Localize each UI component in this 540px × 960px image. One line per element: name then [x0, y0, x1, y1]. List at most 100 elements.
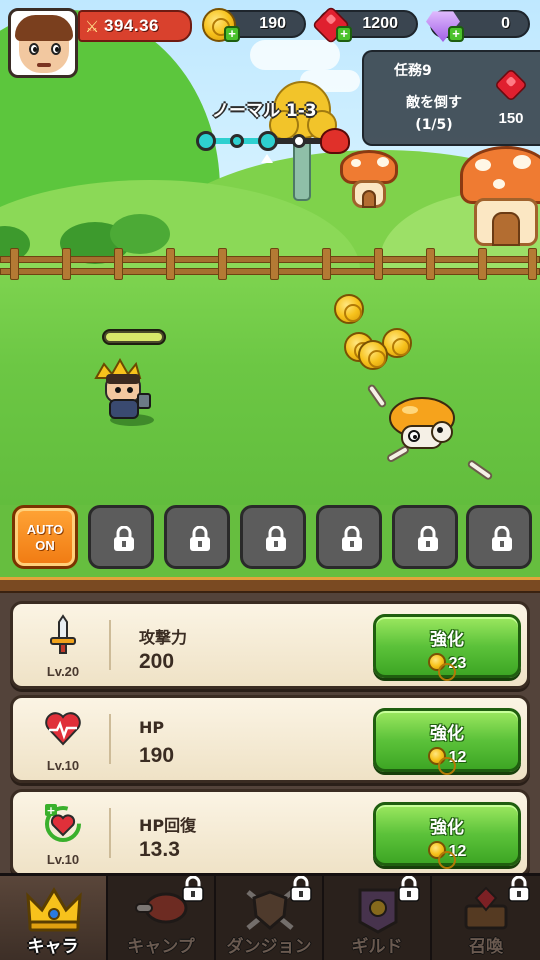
player-avatar[interactable] — [8, 8, 78, 78]
lock-icon — [418, 526, 438, 551]
gold-coin-drop[interactable] — [358, 340, 388, 370]
lock-icon — [290, 876, 312, 902]
upgrade-panel: Lv.20 攻撃力 200 強化 23 Lv.10 HP 190 強化 12 +… — [0, 593, 540, 877]
svg-text:+: + — [46, 804, 55, 817]
quest-goal-text: 敵を倒す — [406, 95, 462, 111]
current-stage-marker — [261, 154, 273, 163]
gold-counter[interactable]: 190 + — [202, 8, 306, 42]
upgrade-row-hp-regen: + Lv.10 HP回復 13.3 強化 12 — [10, 789, 530, 877]
avatar-eye — [29, 43, 39, 55]
upgrade-name: HP — [139, 718, 165, 737]
heart-regen-icon: + — [45, 804, 81, 842]
gold-coin-icon — [427, 841, 456, 869]
lock-icon — [114, 526, 134, 551]
gold-coin-icon — [427, 747, 456, 775]
lock-icon — [508, 876, 530, 902]
add-gold-button[interactable]: + — [224, 26, 240, 42]
quest-reward-amount: 150 — [498, 110, 524, 127]
quest-panel[interactable]: 任務9 敵を倒す (1/5) 150 — [362, 50, 540, 146]
skill-slot-locked[interactable] — [466, 505, 532, 569]
skill-slot-locked[interactable] — [88, 505, 154, 569]
combat-power-value: 394.36 — [104, 16, 159, 35]
auto-toggle-label: AUTO ON — [15, 522, 75, 554]
skill-slot-locked[interactable] — [392, 505, 458, 569]
upgrade-value: 190 — [139, 744, 175, 767]
lock-icon — [266, 526, 286, 551]
upgrade-hp-regen-button[interactable]: 強化 12 — [373, 802, 521, 869]
quest-progress-text: (1/5) — [415, 117, 453, 133]
upgrade-button-label: 強化 — [430, 630, 464, 650]
upgrade-level: Lv.10 — [46, 852, 80, 867]
gold-coin-drop[interactable] — [334, 294, 364, 324]
gem-chest-icon — [464, 886, 508, 930]
tab-label: キャンプ — [127, 937, 195, 957]
avatar-hair — [15, 15, 73, 41]
lock-icon — [182, 876, 204, 902]
crown-icon — [26, 887, 82, 932]
enemy-mushroom-skeleton[interactable] — [388, 396, 458, 456]
upgrade-button-label: 強化 — [430, 818, 464, 838]
upgrade-attack-button[interactable]: 強化 23 — [373, 614, 521, 681]
quest-reward-ruby-icon — [494, 68, 528, 102]
auto-state-label: ON — [35, 538, 55, 553]
diamond-counter[interactable]: 0 + — [426, 10, 530, 42]
ruby-counter[interactable]: 1200 + — [311, 5, 418, 45]
row-separator — [109, 714, 111, 764]
tab-label: ギルド — [351, 937, 403, 957]
skill-slot-locked[interactable] — [240, 505, 306, 569]
upgrade-value: 200 — [139, 650, 175, 673]
lock-icon — [190, 526, 210, 551]
upgrade-name: HP回復 — [139, 816, 197, 835]
add-ruby-button[interactable]: + — [336, 26, 352, 42]
tab-camp[interactable]: キャンプ — [108, 876, 216, 960]
hero-hp-bar — [102, 329, 166, 345]
upgrade-name: 攻撃力 — [139, 628, 188, 647]
boss-icon — [320, 128, 350, 154]
skill-slot-bar: AUTO ON — [0, 505, 540, 577]
upgrade-level: Lv.10 — [46, 758, 80, 773]
quest-title: 任務9 — [394, 63, 432, 79]
crossed-swords-icon: ⚔ — [84, 16, 100, 36]
auto-toggle-button[interactable]: AUTO ON — [12, 505, 78, 569]
tab-label: 召喚 — [469, 937, 503, 957]
lock-icon — [492, 526, 512, 551]
add-diamond-button[interactable]: + — [448, 26, 464, 42]
skill-slot-locked[interactable] — [316, 505, 382, 569]
stage-node — [292, 134, 306, 148]
upgrade-level: Lv.20 — [46, 664, 80, 679]
stage-label: ノーマル 1-3 — [212, 101, 317, 121]
mushroom-house-large — [460, 146, 540, 246]
upgrade-cost: 12 — [376, 841, 518, 869]
stage-node — [230, 134, 244, 148]
gold-coin-icon — [427, 653, 456, 681]
upgrade-cost: 23 — [376, 653, 518, 681]
panel-divider — [0, 577, 540, 593]
mushroom-house-small — [340, 150, 400, 210]
lock-icon — [342, 526, 362, 551]
row-separator — [109, 620, 111, 670]
combat-power-badge: ⚔ 394.36 — [78, 10, 192, 42]
skill-slot-locked[interactable] — [164, 505, 230, 569]
tab-character[interactable]: キャラ — [0, 876, 108, 960]
tab-label: ダンジョン — [226, 937, 312, 957]
stage-node-start — [196, 131, 216, 151]
tab-dungeon[interactable]: ダンジョン — [216, 876, 324, 960]
heart-icon — [45, 712, 81, 746]
stage-node-current — [258, 131, 278, 151]
auto-label: AUTO — [26, 522, 64, 537]
tab-label: キャラ — [27, 937, 79, 957]
upgrade-hp-button[interactable]: 強化 12 — [373, 708, 521, 775]
avatar-eye — [51, 43, 61, 55]
upgrade-row-hp: Lv.10 HP 190 強化 12 — [10, 695, 530, 783]
lock-icon — [398, 876, 420, 902]
avatar-mouth — [37, 63, 51, 67]
grass-ground — [0, 275, 540, 505]
tab-summon[interactable]: 召喚 — [432, 876, 540, 960]
upgrade-button-label: 強化 — [430, 724, 464, 744]
fence — [0, 248, 540, 280]
row-separator — [109, 808, 111, 858]
quest-description: 敵を倒す (1/5) — [386, 92, 482, 136]
upgrade-cost: 12 — [376, 747, 518, 775]
upgrade-row-attack: Lv.20 攻撃力 200 強化 23 — [10, 601, 530, 689]
tab-guild[interactable]: ギルド — [324, 876, 432, 960]
